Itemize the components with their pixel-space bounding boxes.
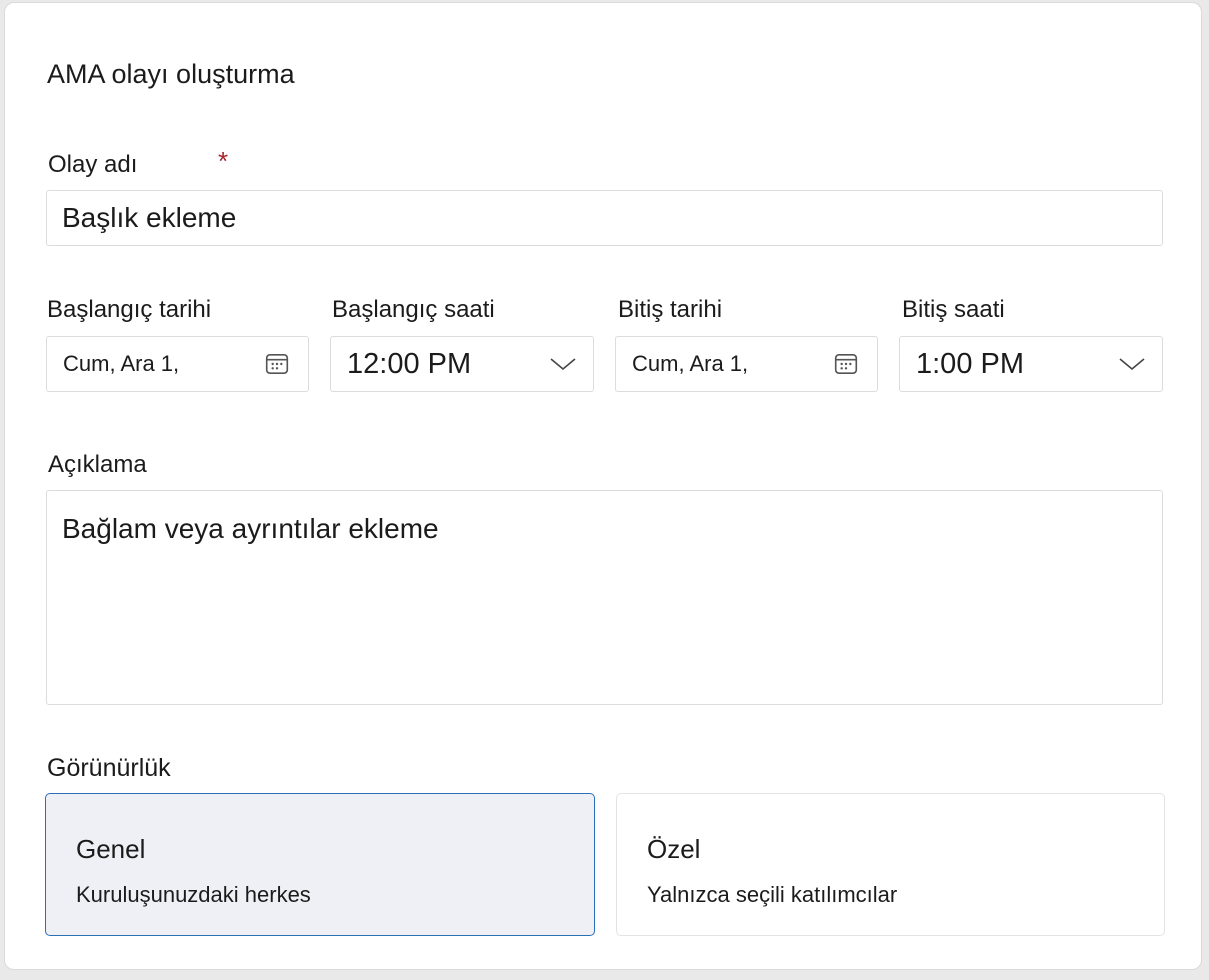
description-textarea[interactable]: Bağlam veya ayrıntılar ekleme (46, 490, 1163, 705)
end-date-value: Cum, Ara 1, (632, 351, 749, 376)
visibility-option-subtitle: Kuruluşunuzdaki herkes (76, 882, 311, 907)
event-name-input[interactable]: Başlık ekleme (46, 190, 1163, 246)
start-time-dropdown[interactable]: 12:00 PM (330, 336, 594, 392)
calendar-icon[interactable] (833, 351, 859, 377)
end-date-picker[interactable]: Cum, Ara 1, (615, 336, 878, 392)
chevron-down-icon[interactable] (1118, 356, 1146, 372)
chevron-down-icon[interactable] (549, 356, 577, 372)
visibility-label: Görünürlük (47, 754, 171, 782)
calendar-icon[interactable] (264, 351, 290, 377)
start-time-value: 12:00 PM (347, 347, 472, 380)
description-label: Açıklama (48, 451, 147, 478)
visibility-option-title: Özel (647, 834, 701, 864)
visibility-option-subtitle: Yalnızca seçili katılımcılar (647, 882, 898, 907)
description-placeholder: Bağlam veya ayrıntılar ekleme (62, 513, 439, 544)
start-date-label: Başlangıç tarihi (47, 296, 212, 323)
visibility-option-public[interactable]: Genel Kuruluşunuzdaki herkes (45, 793, 595, 936)
end-time-dropdown[interactable]: 1:00 PM (899, 336, 1163, 392)
event-name-placeholder: Başlık ekleme (62, 202, 237, 233)
start-date-picker[interactable]: Cum, Ara 1, (46, 336, 309, 392)
dialog-title: AMA olayı oluşturma (47, 59, 295, 89)
end-date-label: Bitiş tarihi (618, 296, 723, 323)
visibility-option-title: Genel (76, 834, 146, 864)
required-indicator: * (218, 146, 229, 176)
event-name-label: Olay adı (48, 151, 138, 178)
create-ama-event-dialog: AMA olayı oluşturma Olay adı * Başlık ek… (4, 2, 1202, 970)
start-time-label: Başlangıç saati (332, 296, 495, 323)
start-date-value: Cum, Ara 1, (63, 351, 180, 376)
visibility-option-private[interactable]: Özel Yalnızca seçili katılımcılar (616, 793, 1165, 936)
end-time-label: Bitiş saati (902, 296, 1005, 323)
end-time-value: 1:00 PM (916, 347, 1024, 380)
